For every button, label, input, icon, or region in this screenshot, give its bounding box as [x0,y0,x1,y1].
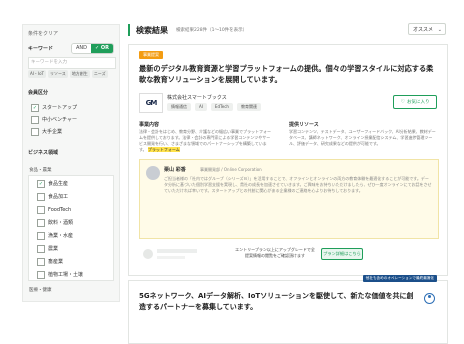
checkbox-icon [37,218,45,227]
sort-dropdown[interactable]: オススメ ⌄ [408,23,446,35]
filter-sidebar: 条件をクリア キーワード AND ✓ OR キーワードを入力 AI・IoT リソ… [22,24,120,302]
checkbox-agriculture[interactable]: 農業 [37,244,58,253]
company-section-title: 会員区分 [28,90,49,96]
checkbox-icon [31,115,39,124]
results-accent-bar [128,24,130,36]
checkbox-label: 飲料・酒類 [48,220,74,226]
category-chip: 情報通信 [167,103,191,111]
results-count: 検索結果228件（1～10件を表示） [176,28,248,33]
checkbox-label: 畜産業 [48,259,64,265]
keyword-tag[interactable]: リソース [48,70,68,78]
card-title[interactable]: 最新のデジタル教育資源と学習プラットフォームの提供。個々の学習スタイルに対応する… [139,63,437,85]
contact-message-box: 栗山 彩香 事業開発部 / Online Corporation ご担当者様の「… [139,159,439,239]
company-name[interactable]: 株式会社スマートブックス [167,94,227,101]
checkbox-livestock[interactable]: 畜産業 [37,257,63,266]
checkbox-label: 漁業・水産 [48,233,74,239]
tooltip: 他社も含めのオペレーションで最終最適化 [362,275,437,282]
favorite-label: お気に入り [406,100,430,105]
checkbox-food-processing[interactable]: 食品加工 [37,192,68,201]
results-header: 検索結果 検索結果228件（1～10件を表示） オススメ ⌄ [128,22,446,38]
checkbox-label: FoodTech [48,206,72,213]
checkbox-icon [37,231,45,240]
keyword-tag[interactable]: ニーズ [91,70,108,78]
company-logo: GM [139,93,163,113]
heart-icon: ♡ [400,99,405,105]
proposal-badge: 事業提案 [139,51,163,59]
upgrade-notice: エントリープラン以上にアップグレードで全提案情報の閲覧をご確認頂けます [235,247,315,258]
checkbox-icon: ✓ [31,103,39,112]
avatar [146,166,160,180]
checkbox-icon [37,205,45,214]
checkbox-label: 農業 [48,246,59,252]
checkbox-label: 食品生産 [48,181,69,187]
checkbox-icon [37,257,45,266]
resources-text: 学習コンテンツ、テストデータ、ユーザーフィードバック、AI分析結果、教材データベ… [289,129,436,146]
keyword-logic-toggle[interactable]: AND ✓ OR [70,43,114,54]
checkbox-icon [37,270,45,279]
keyword-highlight: プラットフォーム [147,147,180,152]
checkbox-plant-factory[interactable]: 植物工場・土壌 [37,270,83,279]
checkbox-label: 大手企業 [42,129,63,135]
sort-value: オススメ [413,27,434,33]
plan-details-button[interactable]: プラン詳細はこちら [321,248,363,260]
checkbox-beverages[interactable]: 飲料・酒類 [37,218,73,227]
business-subcategory[interactable]: 食品・農業 [29,167,52,173]
category-chip: 教育関連 [236,103,261,111]
blurred-text [157,249,197,253]
checkbox-enterprise[interactable]: 大手企業 [31,127,62,136]
chevron-down-icon: ⌄ [437,27,442,33]
page: 条件をクリア キーワード AND ✓ OR キーワードを入力 AI・IoT リソ… [0,0,464,344]
result-card[interactable]: 他社も含めのオペレーションで最終最適化 5Gネットワーク、AIデータ解析、IoT… [128,275,448,344]
contact-message: ご担当者様の「社内ではグループ（シリーズＢ）」を活用することで、オフラインとオン… [164,176,432,193]
clear-filters-link[interactable]: 条件をクリア [28,30,58,37]
checkbox-icon [31,127,39,136]
logic-and-option[interactable]: AND [71,44,91,53]
checkbox-food-production[interactable]: ✓ 食品生産 [37,179,68,188]
checkbox-icon: ✓ [37,179,45,188]
category-chips: 情報通信 AI EdTech 教育関連 [167,103,261,111]
checkbox-icon [37,192,45,201]
contact-role: 事業開発部 / Online Corporation [200,167,262,172]
category-chip: AI [195,103,207,111]
keyword-tag[interactable]: AI・IoT [28,70,46,78]
keyword-tags: AI・IoT リソース 地方創生 ニーズ [28,70,116,78]
checkbox-icon [37,244,45,253]
checkbox-label: 中小ベンチャー [42,117,77,123]
logic-or-option[interactable]: ✓ OR [90,44,113,53]
blurred-avatar [143,249,153,259]
blurred-text [157,256,185,259]
checkbox-label: 植物工場・土壌 [48,272,84,278]
business-content-text: 法律・会計をはじめ、教育分野、介護などの幅広い事業でプラットフォームを提供してお… [139,129,271,153]
results-title: 検索結果 [136,25,168,35]
accessibility-icon[interactable] [424,293,435,304]
keyword-tag[interactable]: 地方創生 [69,70,90,78]
results-panel: 検索結果 検索結果228件（1～10件を表示） オススメ ⌄ 事業提案 最新のデ… [128,22,448,344]
card-title[interactable]: 5Gネットワーク、AIデータ解析、IoTソリューションを駆使して、新たな価値を共… [139,291,419,313]
medical-subcategory[interactable]: 医療・健康 [29,287,52,293]
logo-text: GM [145,99,158,107]
business-content-header: 事業内容 [139,122,160,128]
contact-name: 栗山 彩香 [164,167,186,173]
checkbox-fishery[interactable]: 漁業・水産 [37,231,73,240]
keyword-label: キーワード [28,46,54,52]
result-card[interactable]: 事業提案 最新のデジタル教育資源と学習プラットフォームの提供。個々の学習スタイル… [128,44,448,276]
checkbox-label: 食品加工 [48,194,69,200]
business-subcategory-list: ✓ 食品生産 食品加工 FoodTech 飲料・酒類 漁業・水産 農業 畜産業 植… [28,175,114,281]
checkbox-foodtech[interactable]: FoodTech [37,205,71,214]
checkbox-startup[interactable]: ✓ スタートアップ [31,103,77,112]
checkbox-sme[interactable]: 中小ベンチャー [31,115,77,124]
business-section-title: ビジネス領域 [28,150,59,156]
checkbox-label: スタートアップ [42,105,78,111]
keyword-input[interactable]: キーワードを入力 [28,57,116,69]
favorite-button[interactable]: ♡ お気に入り [393,95,437,109]
keyword-row: キーワード AND ✓ OR [28,43,114,54]
locked-content-row: エントリープラン以上にアップグレードで全提案情報の閲覧をご確認頂けます プラン詳… [139,243,437,267]
resources-header: 提供リソース [289,122,319,128]
category-chip: EdTech [210,103,233,111]
